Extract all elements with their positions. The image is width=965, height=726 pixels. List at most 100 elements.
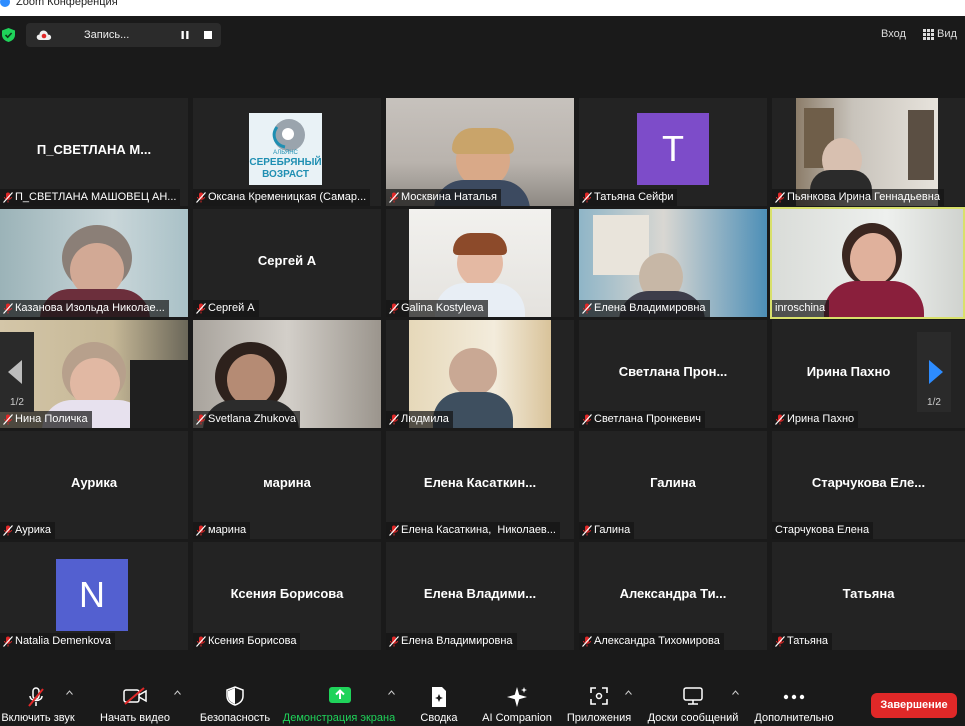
- share-screen-label: Демонстрация экрана: [282, 712, 396, 724]
- silver-age-logo: АЛЬЯНС СЕРЕБРЯНЫЙ ВОЗРАСТ: [249, 113, 322, 185]
- participant-tile[interactable]: Пьянкова Ирина Геннадьевна: [772, 98, 965, 206]
- participant-label: inroschina: [772, 300, 830, 317]
- mic-off-icon: [775, 414, 785, 425]
- participant-tile-active-speaker[interactable]: inroschina: [770, 207, 965, 319]
- view-button[interactable]: Вид: [923, 28, 957, 40]
- participant-tile[interactable]: Старчукова Еле... Старчукова Елена: [772, 431, 965, 539]
- mic-off-icon: [582, 414, 592, 425]
- apps-options-caret-icon[interactable]: [625, 690, 632, 695]
- participant-tile[interactable]: Галина Галина: [579, 431, 767, 539]
- participant-label: Galina Kostyleva: [386, 300, 488, 317]
- start-video-button[interactable]: Начать видео: [98, 678, 172, 726]
- participant-tile[interactable]: Александра Ти... Александра Тихомирова: [579, 542, 767, 650]
- next-page-button[interactable]: 1/2: [917, 332, 951, 412]
- mic-off-icon: [582, 636, 592, 647]
- page-indicator-left: 1/2: [10, 397, 24, 408]
- whiteboards-label: Доски сообщений: [647, 712, 739, 724]
- participant-name-display: Елена Касаткин...: [423, 475, 537, 490]
- participant-label: Москвина Наталья: [386, 189, 501, 206]
- participant-tile[interactable]: Татьяна Татьяна: [772, 542, 965, 650]
- ai-companion-button[interactable]: AI Companion: [478, 678, 556, 726]
- participant-label: Оксана Кременицкая (Самар...: [193, 189, 371, 206]
- mic-off-icon: [196, 636, 206, 647]
- pause-recording-icon[interactable]: [180, 30, 190, 40]
- mic-off-icon: [3, 414, 13, 425]
- start-video-label: Начать видео: [100, 712, 170, 724]
- apps-button[interactable]: Приложения: [564, 678, 634, 726]
- participant-tile[interactable]: Светлана Прон... Светлана Пронкевич: [579, 320, 767, 428]
- cloud-record-icon: [36, 30, 52, 40]
- participant-label: Аурика: [0, 522, 56, 539]
- participant-tile[interactable]: N Natalia Demenkova: [0, 542, 188, 650]
- participant-tile[interactable]: марина марина: [193, 431, 381, 539]
- more-button[interactable]: Дополнительно: [752, 678, 836, 726]
- unmute-button[interactable]: Включить звук: [0, 678, 76, 726]
- share-options-caret-icon[interactable]: [388, 690, 395, 695]
- participant-label: Елена Владимировна: [386, 633, 517, 650]
- participant-name-display: Светлана Прон...: [618, 364, 728, 379]
- participant-tile[interactable]: Аурика Аурика: [0, 431, 188, 539]
- shield-icon: [226, 686, 244, 706]
- participant-label: Старчукова Елена: [772, 522, 874, 539]
- participant-tile[interactable]: Ксения Борисова Ксения Борисова: [193, 542, 381, 650]
- mic-off-icon: [582, 303, 592, 314]
- share-screen-icon: [329, 687, 351, 703]
- participant-label: Татьяна Сейфи: [579, 189, 678, 206]
- participant-label: Елена Владимировна: [579, 300, 710, 317]
- recording-indicator: Запись...: [26, 23, 221, 47]
- mic-off-icon: [389, 525, 399, 536]
- page-indicator-right: 1/2: [927, 397, 941, 408]
- participant-label: Нина Поличка: [0, 411, 92, 428]
- participant-tile[interactable]: Казанова Изольда Николае...: [0, 209, 188, 317]
- mic-off-icon: [582, 525, 592, 536]
- mic-off-icon: [389, 192, 399, 203]
- mic-off-icon: [28, 687, 44, 707]
- logo-line-1: АЛЬЯНС: [273, 150, 298, 156]
- window-title: Zoom Конференция: [16, 0, 118, 8]
- ai-companion-label: AI Companion: [482, 712, 552, 724]
- participant-label: марина: [193, 522, 251, 539]
- participant-tile[interactable]: П_СВЕТЛАНА М... П_СВЕТЛАНА МАШОВЕЦ АН...: [0, 98, 188, 206]
- shield-icon[interactable]: [2, 28, 15, 42]
- mic-off-icon: [3, 525, 13, 536]
- mic-off-icon: [775, 636, 785, 647]
- participant-label: Пьянкова Ирина Геннадьевна: [772, 189, 944, 206]
- stop-recording-icon[interactable]: [204, 31, 212, 39]
- grid-view-icon: [923, 28, 934, 40]
- participant-name-display: Ксения Борисова: [230, 586, 344, 601]
- participant-label: Галина: [579, 522, 635, 539]
- participant-tile[interactable]: Елена Касаткин... Елена Касаткина, Никол…: [386, 431, 574, 539]
- participant-tile[interactable]: АЛЬЯНС СЕРЕБРЯНЫЙ ВОЗРАСТ Оксана Кремени…: [193, 98, 381, 206]
- participant-tile[interactable]: Svetlana Zhukova: [193, 320, 381, 428]
- participant-tile[interactable]: Людмила: [386, 320, 574, 428]
- mic-off-icon: [389, 303, 399, 314]
- participant-tile[interactable]: Сергей А Сергей А: [193, 209, 381, 317]
- mic-off-icon: [196, 414, 206, 425]
- audio-options-caret-icon[interactable]: [66, 690, 73, 695]
- participant-tile[interactable]: T Татьяна Сейфи: [579, 98, 767, 206]
- participant-tile[interactable]: Елена Владимировна: [579, 209, 767, 317]
- whiteboard-options-caret-icon[interactable]: [732, 690, 739, 695]
- participant-tile[interactable]: Елена Владими... Елена Владимировна: [386, 542, 574, 650]
- summary-button[interactable]: Сводка: [410, 678, 468, 726]
- sparkle-icon: [507, 687, 527, 707]
- whiteboards-button[interactable]: Доски сообщений: [644, 678, 742, 726]
- mic-off-icon: [582, 192, 592, 203]
- mic-off-icon: [196, 303, 206, 314]
- participant-label: Людмила: [386, 411, 453, 428]
- logo-line-2: СЕРЕБРЯНЫЙ: [249, 157, 322, 168]
- security-button[interactable]: Безопасность: [198, 678, 272, 726]
- end-meeting-button[interactable]: Завершение: [871, 693, 957, 718]
- mic-off-icon: [196, 192, 206, 203]
- participant-tile[interactable]: Москвина Наталья: [386, 98, 574, 206]
- participant-tile[interactable]: Galina Kostyleva: [386, 209, 574, 317]
- prev-page-button[interactable]: 1/2: [0, 332, 34, 412]
- video-options-caret-icon[interactable]: [174, 690, 181, 695]
- view-label: Вид: [937, 28, 957, 40]
- apps-icon: [590, 687, 608, 705]
- share-screen-button[interactable]: Демонстрация экрана: [280, 678, 398, 726]
- mic-off-icon: [775, 192, 785, 203]
- participant-name-display: Аурика: [70, 475, 118, 490]
- participant-avatar: T: [637, 113, 709, 185]
- enter-button[interactable]: Вход: [881, 28, 906, 40]
